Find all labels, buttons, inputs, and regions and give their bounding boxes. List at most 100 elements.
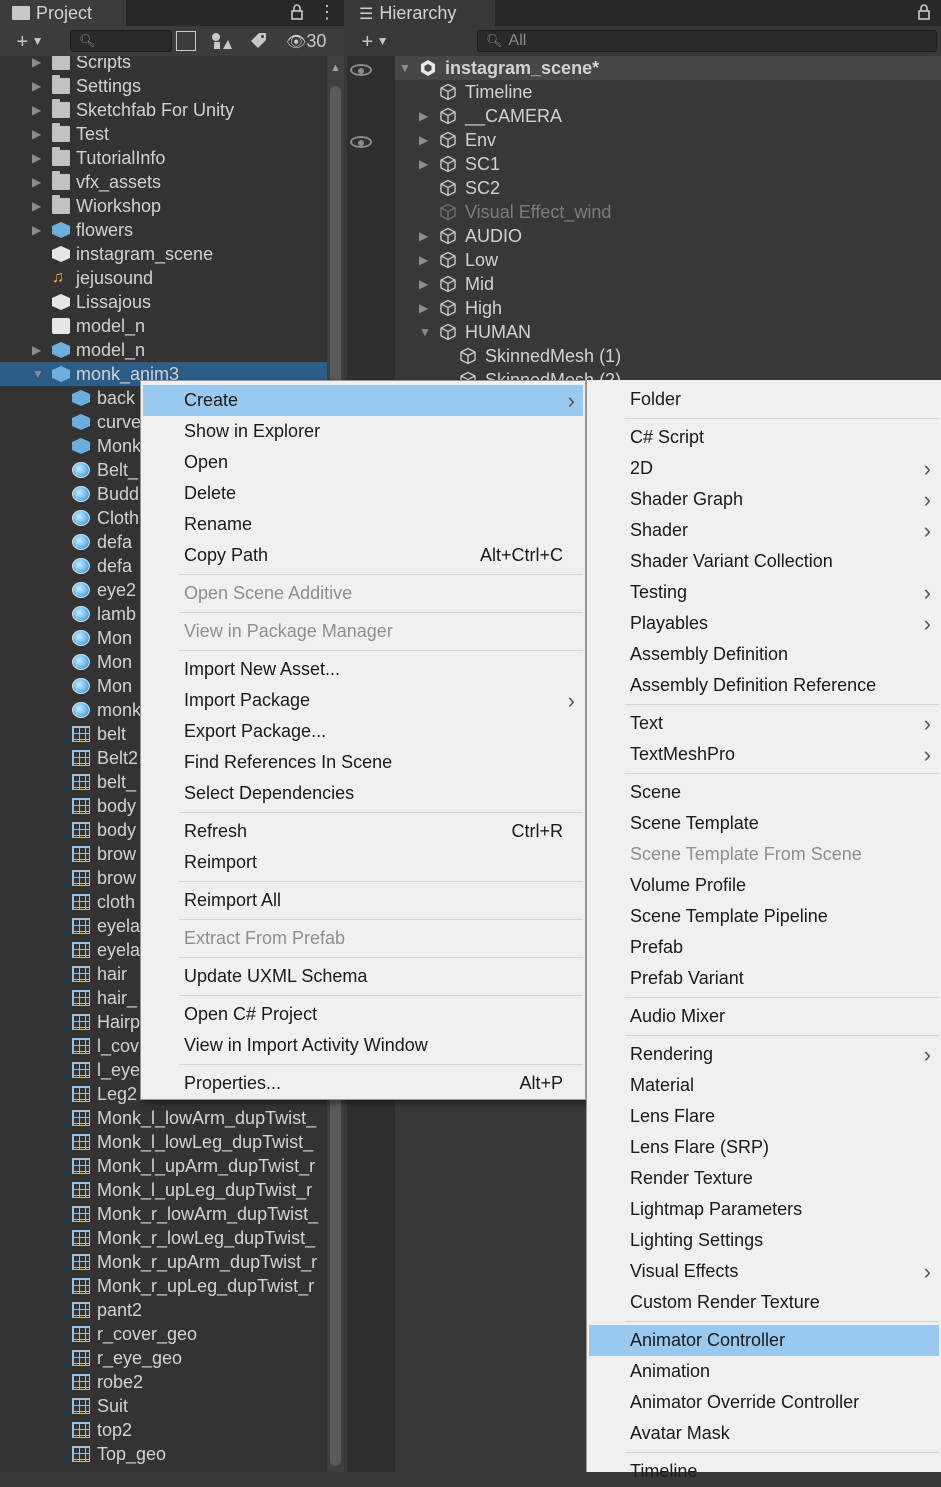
expand-arrow-icon[interactable]: ▼ — [32, 362, 44, 386]
visibility-eye-icon[interactable] — [350, 136, 372, 148]
project-item[interactable]: instagram_scene — [0, 242, 327, 266]
hierarchy-item[interactable]: ▶ SC1 — [395, 152, 941, 176]
menu-item[interactable]: Animator Controller — [589, 1325, 939, 1356]
menu-item[interactable]: Playables › — [589, 608, 939, 639]
hierarchy-item[interactable]: Visual Effect_wind — [395, 200, 941, 224]
collapse-arrow-icon[interactable]: ▶ — [419, 128, 431, 152]
project-item[interactable]: ▶ Settings — [0, 74, 327, 98]
menu-item[interactable]: Open — [143, 447, 583, 478]
menu-item[interactable]: Scene — [589, 777, 939, 808]
menu-item[interactable]: Lens Flare — [589, 1101, 939, 1132]
hierarchy-item[interactable]: ▶ Mid — [395, 272, 941, 296]
collapse-arrow-icon[interactable]: ▶ — [419, 104, 431, 128]
hierarchy-tab[interactable]: ☰ Hierarchy — [347, 0, 495, 26]
menu-item[interactable]: Delete — [143, 478, 583, 509]
collapse-arrow-icon[interactable]: ▶ — [419, 224, 431, 248]
hierarchy-item[interactable]: SC2 — [395, 176, 941, 200]
menu-item[interactable]: Rendering › — [589, 1039, 939, 1070]
menu-item[interactable]: Shader › — [589, 515, 939, 546]
scroll-up-icon[interactable]: ▲ — [330, 62, 341, 74]
project-item[interactable]: Monk_r_upArm_dupTwist_r — [0, 1250, 327, 1274]
project-item[interactable]: Monk_r_upLeg_dupTwist_r — [0, 1274, 327, 1298]
lock-icon[interactable] — [290, 3, 304, 21]
project-item[interactable]: Monk_l_lowLeg_dupTwist_ — [0, 1130, 327, 1154]
project-item[interactable]: Monk_r_lowLeg_dupTwist_ — [0, 1226, 327, 1250]
menu-item[interactable]: Reimport — [143, 847, 583, 878]
lock-icon[interactable] — [917, 3, 931, 21]
project-item[interactable]: Lissajous — [0, 290, 327, 314]
project-item[interactable]: ▶ Sketchfab For Unity — [0, 98, 327, 122]
project-item[interactable]: pant2 — [0, 1298, 327, 1322]
menu-item[interactable]: Assembly Definition — [589, 639, 939, 670]
menu-item[interactable]: Audio Mixer — [589, 1001, 939, 1032]
project-item[interactable]: Monk_l_upArm_dupTwist_r — [0, 1154, 327, 1178]
project-item[interactable]: Monk_l_lowArm_dupTwist_ — [0, 1106, 327, 1130]
collapse-arrow-icon[interactable]: ▶ — [32, 170, 44, 194]
menu-item[interactable]: Find References In Scene — [143, 747, 583, 778]
project-item[interactable]: ♫ jejusound — [0, 266, 327, 290]
hierarchy-item[interactable]: ▶ Low — [395, 248, 941, 272]
menu-item[interactable]: Open C# Project — [143, 999, 583, 1030]
project-item[interactable]: Monk_l_upLeg_dupTwist_r — [0, 1178, 327, 1202]
menu-item[interactable]: Show in Explorer — [143, 416, 583, 447]
collapse-arrow-icon[interactable]: ▶ — [419, 248, 431, 272]
hierarchy-item[interactable]: SkinnedMesh (1) — [395, 344, 941, 368]
tag-icon[interactable] — [248, 31, 268, 51]
menu-item[interactable]: Shader Variant Collection — [589, 546, 939, 577]
project-item[interactable]: robe2 — [0, 1370, 327, 1394]
collapse-arrow-icon[interactable]: ▶ — [32, 98, 44, 122]
menu-item[interactable]: Prefab — [589, 932, 939, 963]
collapse-arrow-icon[interactable]: ▶ — [32, 194, 44, 218]
kebab-menu-icon[interactable]: ⋮ — [318, 3, 336, 21]
visibility-eye-icon[interactable] — [350, 64, 372, 76]
project-item[interactable]: ▶ vfx_assets — [0, 170, 327, 194]
search-by-type-icon[interactable] — [176, 31, 196, 51]
hidden-packages-toggle[interactable]: 👁︎30 — [286, 30, 340, 52]
menu-item[interactable]: Prefab Variant — [589, 963, 939, 994]
project-item[interactable]: ▶ model_n — [0, 338, 327, 362]
menu-item[interactable]: Scene Template Pipeline — [589, 901, 939, 932]
menu-item[interactable]: Rename — [143, 509, 583, 540]
menu-item[interactable]: Render Texture — [589, 1163, 939, 1194]
menu-item[interactable]: Folder — [589, 384, 939, 415]
menu-item[interactable]: View in Import Activity Window — [143, 1030, 583, 1061]
hierarchy-item[interactable]: ▶ AUDIO — [395, 224, 941, 248]
menu-item[interactable]: Custom Render Texture — [589, 1287, 939, 1318]
menu-item[interactable]: C# Script — [589, 422, 939, 453]
hierarchy-add-button[interactable]: + ▼ — [355, 30, 395, 53]
scene-root[interactable]: ▼ instagram_scene* — [395, 56, 941, 80]
menu-item[interactable]: Copy Path Alt+Ctrl+C — [143, 540, 583, 571]
menu-item[interactable]: Import New Asset... — [143, 654, 583, 685]
menu-item[interactable]: Volume Profile — [589, 870, 939, 901]
menu-item[interactable]: Reimport All — [143, 885, 583, 916]
menu-item[interactable]: Animation — [589, 1356, 939, 1387]
menu-item[interactable]: Refresh Ctrl+R — [143, 816, 583, 847]
menu-item[interactable]: Shader Graph › — [589, 484, 939, 515]
menu-item[interactable]: Assembly Definition Reference — [589, 670, 939, 701]
hierarchy-item[interactable]: ▼ HUMAN — [395, 320, 941, 344]
project-item[interactable]: ▶ Scripts — [0, 56, 327, 74]
hierarchy-item[interactable]: ▶ Env — [395, 128, 941, 152]
menu-item[interactable]: Export Package... — [143, 716, 583, 747]
menu-item[interactable]: Text › — [589, 708, 939, 739]
collapse-arrow-icon[interactable]: ▶ — [32, 218, 44, 242]
collapse-arrow-icon[interactable]: ▶ — [32, 56, 44, 74]
expand-arrow-icon[interactable]: ▼ — [419, 320, 431, 344]
project-item[interactable]: Suit — [0, 1394, 327, 1418]
collapse-arrow-icon[interactable]: ▶ — [419, 272, 431, 296]
menu-item[interactable]: Avatar Mask — [589, 1418, 939, 1449]
collapse-arrow-icon[interactable]: ▶ — [32, 74, 44, 98]
menu-item[interactable]: Import Package › — [143, 685, 583, 716]
menu-item[interactable]: Animator Override Controller — [589, 1387, 939, 1418]
menu-item[interactable]: Material — [589, 1070, 939, 1101]
menu-item[interactable]: Update UXML Schema — [143, 961, 583, 992]
project-item[interactable]: model_n — [0, 314, 327, 338]
project-item[interactable]: r_eye_geo — [0, 1346, 327, 1370]
menu-item[interactable]: Select Dependencies — [143, 778, 583, 809]
collapse-arrow-icon[interactable]: ▶ — [32, 338, 44, 362]
project-item[interactable]: top2 — [0, 1418, 327, 1442]
menu-item[interactable]: Properties... Alt+P — [143, 1068, 583, 1099]
project-item[interactable]: Top_geo — [0, 1442, 327, 1466]
hierarchy-search-input[interactable]: 🔍︎ All — [477, 30, 937, 52]
project-search-input[interactable]: 🔍︎ — [70, 30, 172, 52]
